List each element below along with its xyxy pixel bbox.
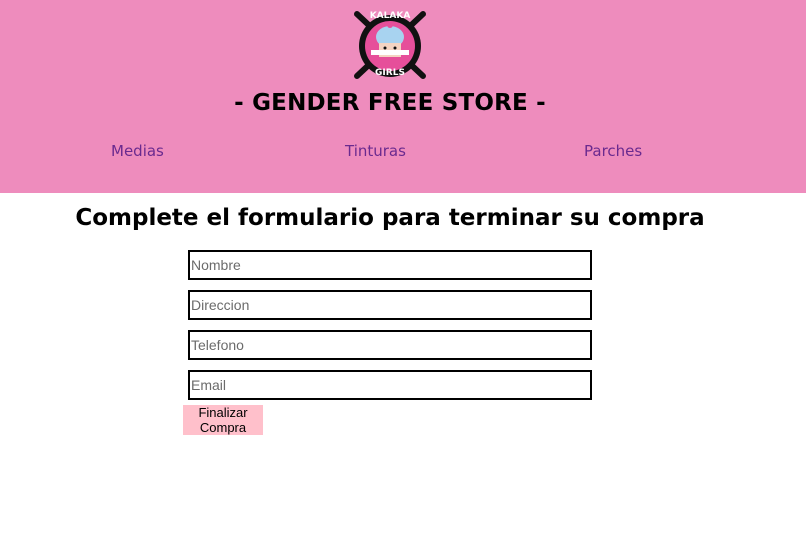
store-title: - GENDER FREE STORE - bbox=[234, 90, 546, 116]
name-input[interactable] bbox=[188, 250, 592, 280]
email-input[interactable] bbox=[188, 370, 592, 400]
nav-link-parches[interactable]: Parches bbox=[584, 142, 642, 160]
logo-text-top: KALAKA bbox=[370, 11, 411, 21]
address-input[interactable] bbox=[188, 290, 592, 320]
submit-label-line2: Compra bbox=[199, 420, 247, 435]
site-header: KALAKA GIRLS - GENDER FREE STORE - Media… bbox=[0, 0, 806, 193]
phone-input[interactable] bbox=[188, 330, 592, 360]
submit-label-line1: Finalizar bbox=[198, 405, 248, 420]
nav-link-medias[interactable]: Medias bbox=[111, 142, 164, 160]
logo-text-bottom: GIRLS bbox=[375, 68, 405, 78]
nav-link-tinturas[interactable]: Tinturas bbox=[345, 142, 406, 160]
finalize-purchase-button[interactable]: Finalizar Compra bbox=[183, 405, 263, 435]
kalaka-girls-logo: KALAKA GIRLS bbox=[354, 11, 426, 79]
form-title: Complete el formulario para terminar su … bbox=[75, 205, 705, 231]
